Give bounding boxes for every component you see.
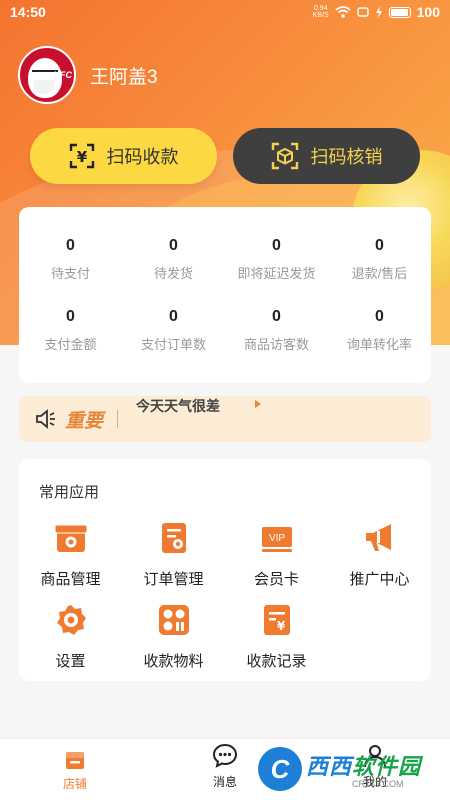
app-label: 收款记录 [246,653,307,670]
profile-header[interactable]: KFC 王阿盖3 [18,46,158,104]
network-speed-unit: KB/S [312,12,329,19]
stat-value: 0 [66,237,75,254]
charging-icon [375,6,382,18]
stat-label: 待支付 [50,266,90,281]
app-settings[interactable]: 设置 [19,603,122,671]
stat-value: 0 [375,237,384,254]
app-label: 设置 [55,653,86,670]
watermark-main-a: 西西 [306,754,353,779]
stat-value: 0 [272,308,281,325]
avatar[interactable]: KFC [18,46,76,104]
announcement-tag: 重要 [65,410,104,432]
stat-label: 支付订单数 [140,337,206,352]
receipt-icon: ¥ [263,605,290,635]
app-label: 收款物料 [143,653,204,670]
stat-label: 询单转化率 [346,337,412,352]
watermark-main-b: 软件园 [352,754,422,779]
app-label: 推广中心 [349,571,410,588]
screen-icon [356,7,369,17]
divider [117,410,119,428]
watermark: C 西西软件园 CR173.COM [258,744,450,794]
stat-value: 0 [375,308,384,325]
stat-value: 0 [66,308,75,325]
stats-card: 0 待支付 0 待发货 0 即将延迟发货 0 退款/售后 0 支付金额 0 支付… [19,207,431,383]
stat-pending-shipment[interactable]: 0 待发货 [122,237,225,282]
stat-label: 待发货 [153,266,193,281]
network-speed: 0.94 KB/S [313,5,329,19]
section-title: 常用应用 [39,484,100,501]
stat-payment-amount[interactable]: 0 支付金额 [19,308,122,353]
qr-material-icon [158,605,189,635]
app-product-management[interactable]: 商品管理 [19,521,122,589]
shop-icon [66,752,84,769]
avatar-beard [34,80,54,94]
svg-text:VIP: VIP [268,533,284,544]
scan-qr-icon: ¥ [69,143,94,169]
status-time: 14:50 [10,4,46,20]
app-member-card[interactable]: VIP 会员卡 [225,521,328,589]
status-bar: 14:50 0.94 KB/S 100 [0,0,450,24]
app-label: 商品管理 [40,571,101,588]
watermark-logo: C [258,747,302,791]
stat-value: 0 [169,308,178,325]
watermark-text: 西西软件园 CR173.COM [306,749,421,789]
username: 王阿盖3 [90,66,158,88]
battery-icon [388,6,411,18]
stat-value: 0 [272,237,281,254]
gear-icon [56,605,86,635]
stat-label: 支付金额 [44,337,97,352]
tab-label: 店铺 [62,777,87,791]
scan-pay-button[interactable]: ¥ 扫码收款 [30,128,217,184]
stat-delayed-shipment[interactable]: 0 即将延迟发货 [225,237,328,282]
chat-bubble-icon [212,743,238,768]
speaker-icon [36,409,55,429]
announcement-bar[interactable]: 重要 今天天气很差 [19,396,431,442]
app-payment-materials[interactable]: 收款物料 [122,603,225,671]
scan-pay-label: 扫码收款 [106,147,179,167]
stat-inquiry-conversion[interactable]: 0 询单转化率 [328,308,431,353]
product-icon [54,524,87,552]
megaphone-icon [365,524,391,551]
tab-label: 消息 [212,775,237,789]
announcement-text: 今天天气很差 [136,398,220,414]
network-speed-value: 0.94 [313,5,328,12]
stat-product-visitors[interactable]: 0 商品访客数 [225,308,328,353]
scan-verify-label: 扫码核销 [310,147,383,167]
svg-text:¥: ¥ [76,148,87,166]
tab-messages[interactable]: 消息 [185,743,265,790]
tab-shop[interactable]: 店铺 [35,749,115,792]
wifi-icon [335,6,351,18]
play-arrow-icon [255,400,261,408]
common-apps-card: 常用应用 商品管理 订单管理 VIP 会员卡 推广中心 设置 收款物料 ¥ 收款… [19,459,431,681]
avatar-logo-text: KFC [53,70,73,80]
battery-level: 100 [416,4,440,20]
app-label: 订单管理 [143,571,204,588]
stat-label: 商品访客数 [243,337,309,352]
scan-verify-button[interactable]: 扫码核销 [233,128,420,184]
app-label: 会员卡 [253,571,299,588]
app-order-management[interactable]: 订单管理 [122,521,225,589]
stat-label: 退款/售后 [351,266,408,281]
stat-paid-orders[interactable]: 0 支付订单数 [122,308,225,353]
stat-label: 即将延迟发货 [237,266,316,281]
stat-pending-payment[interactable]: 0 待支付 [19,237,122,282]
vip-card-icon: VIP [261,527,292,552]
order-icon [161,523,186,553]
stat-refund-aftersale[interactable]: 0 退款/售后 [328,237,431,282]
stat-value: 0 [169,237,178,254]
svg-text:¥: ¥ [276,619,285,633]
scan-box-icon [271,142,298,170]
app-promotion-center[interactable]: 推广中心 [328,521,431,589]
app-payment-records[interactable]: ¥ 收款记录 [225,603,328,671]
